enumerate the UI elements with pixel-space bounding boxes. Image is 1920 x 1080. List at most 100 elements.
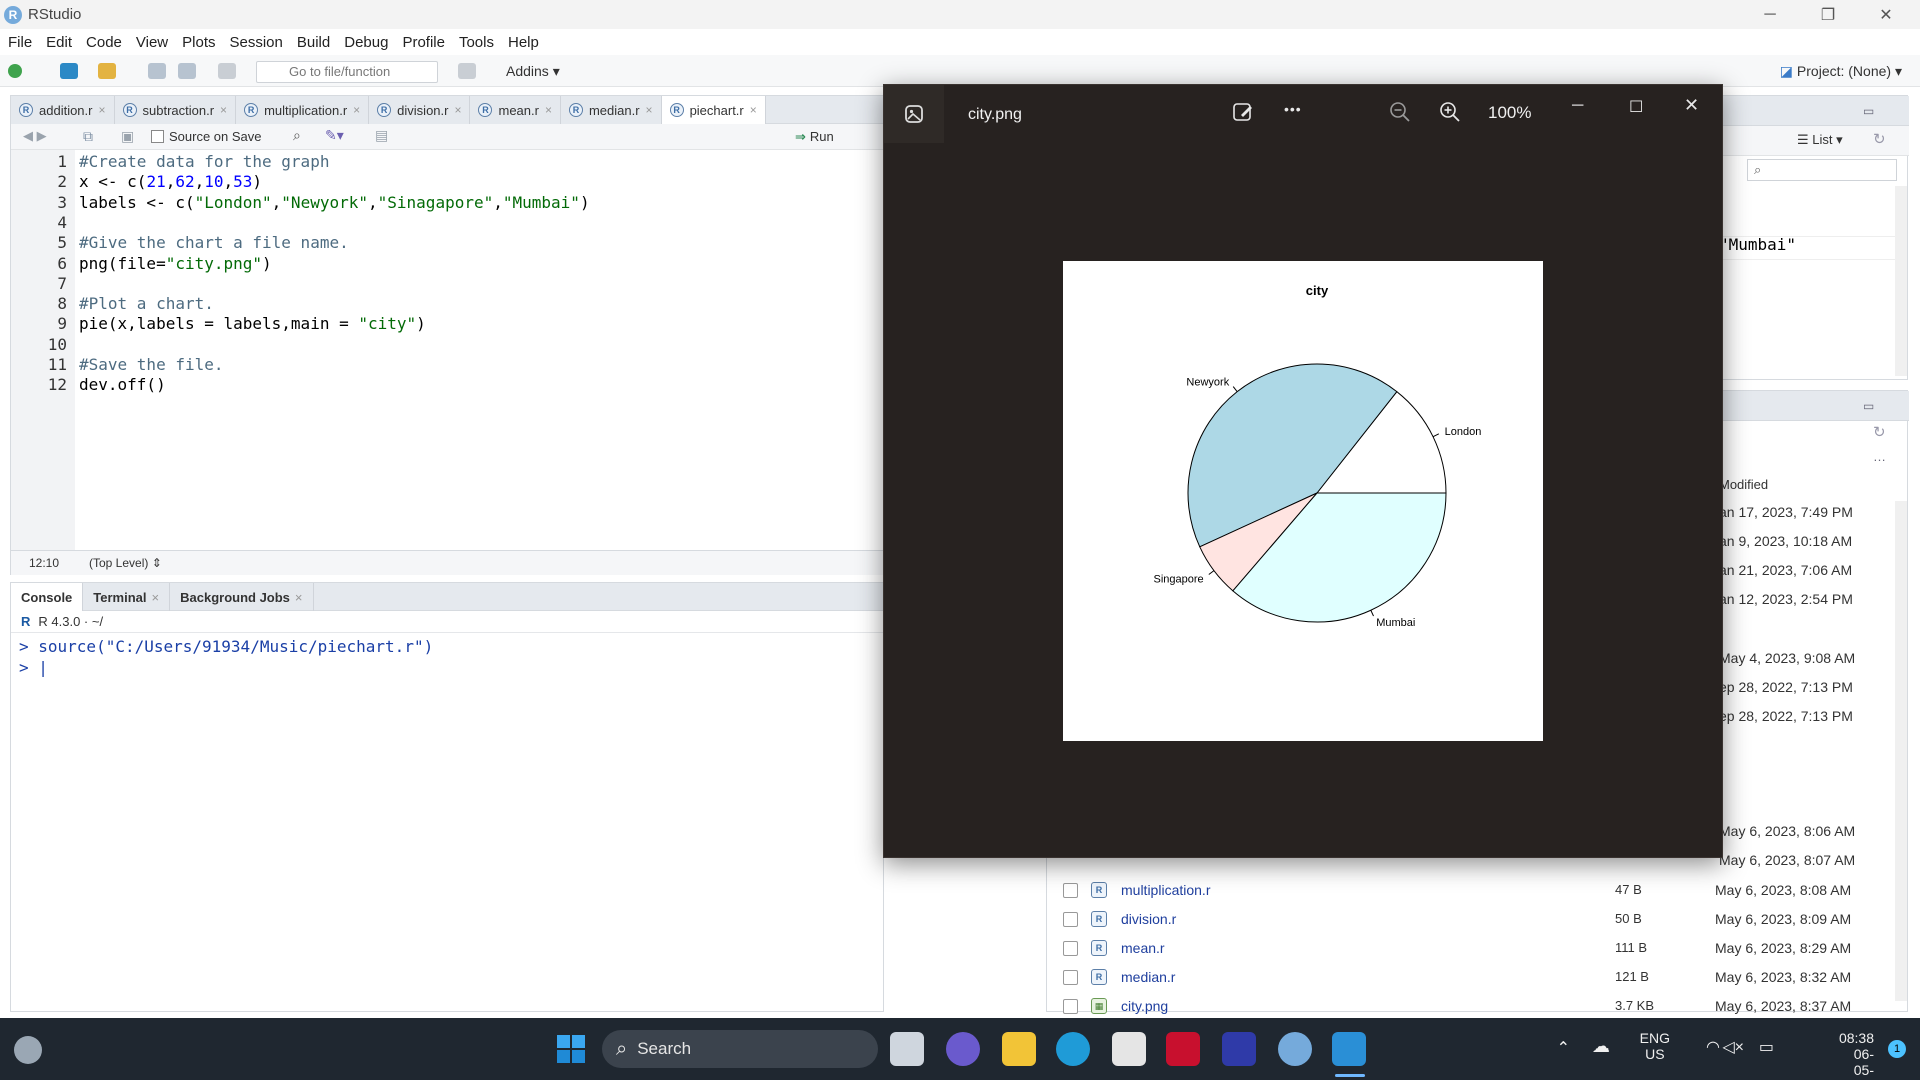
environment-search-input[interactable]: ⌕ — [1747, 159, 1897, 181]
tab-close-icon[interactable]: × — [750, 103, 757, 117]
task-view-icon[interactable] — [890, 1032, 924, 1066]
code-line[interactable]: png(file="city.png") — [79, 254, 272, 273]
file-name-link[interactable]: mean.r — [1121, 940, 1165, 956]
file-explorer-icon[interactable] — [1002, 1032, 1036, 1066]
gallery-icon[interactable] — [884, 85, 944, 143]
environment-scrollbar[interactable] — [1895, 186, 1907, 376]
start-button-icon[interactable] — [556, 1034, 586, 1064]
refresh-icon[interactable]: ↻ — [1873, 130, 1886, 148]
file-select-checkbox[interactable] — [1063, 970, 1078, 985]
code-line[interactable]: #Give the chart a file name. — [79, 233, 349, 252]
speaker-muted-icon[interactable]: ◁× — [1722, 1037, 1744, 1057]
code-line[interactable]: #Save the file. — [79, 355, 224, 374]
console-tab-1[interactable]: Terminal × — [83, 583, 171, 611]
wifi-icon[interactable]: ◠ — [1706, 1037, 1720, 1057]
menu-session[interactable]: Session — [230, 34, 283, 51]
battery-icon[interactable]: ▭ — [1759, 1037, 1774, 1057]
tab-close-icon[interactable]: × — [152, 590, 160, 605]
tab-close-icon[interactable]: × — [454, 103, 461, 117]
file-row[interactable]: Rmultiplication.r 47 B May 6, 2023, 8:08 A… — [1047, 876, 1909, 905]
console-tab-0[interactable]: Console — [11, 583, 84, 611]
microsoft-store-icon[interactable] — [1112, 1032, 1146, 1066]
compile-report-icon[interactable]: ▤ — [375, 127, 388, 144]
file-select-checkbox[interactable] — [1063, 883, 1078, 898]
math-app-icon[interactable] — [1222, 1032, 1256, 1066]
scope-selector[interactable]: (Top Level) ⇕ — [89, 556, 162, 570]
rstudio-taskbar-icon[interactable] — [1278, 1032, 1312, 1066]
taskbar-search-box[interactable]: ⌕ Search — [602, 1030, 878, 1068]
tab-close-icon[interactable]: × — [98, 103, 105, 117]
viewer-maximize-button[interactable]: ☐ — [1629, 97, 1643, 117]
zoom-out-icon[interactable] — [1389, 101, 1411, 128]
tab-close-icon[interactable]: × — [220, 103, 227, 117]
menu-help[interactable]: Help — [508, 34, 539, 51]
minimize-button[interactable]: ─ — [1742, 0, 1798, 29]
modified-column-header[interactable]: Modified — [1719, 477, 1768, 492]
new-project-icon[interactable] — [60, 63, 78, 79]
code-line[interactable]: dev.off() — [79, 375, 166, 394]
editor-tab-6[interactable]: Rpiechart.r × — [661, 96, 766, 124]
editor-tab-3[interactable]: Rdivision.r × — [369, 96, 471, 124]
teams-chat-icon[interactable] — [946, 1032, 980, 1066]
code-line[interactable]: labels <- c("London","Newyork","Sinagapo… — [79, 193, 590, 212]
onedrive-cloud-icon[interactable]: ☁ — [1592, 1036, 1610, 1057]
editor-tab-1[interactable]: Rsubtraction.r × — [114, 96, 237, 124]
menu-profile[interactable]: Profile — [402, 34, 445, 51]
files-refresh-icon[interactable]: ↻ — [1873, 423, 1886, 441]
code-line[interactable]: #Plot a chart. — [79, 294, 214, 313]
tab-close-icon[interactable]: × — [545, 103, 552, 117]
menu-build[interactable]: Build — [297, 34, 330, 51]
goto-file-input[interactable]: Go to file/function — [256, 61, 438, 83]
source-on-save-box[interactable] — [151, 130, 164, 143]
editor-tab-5[interactable]: Rmedian.r × — [560, 96, 662, 124]
tab-close-icon[interactable]: × — [646, 103, 653, 117]
list-view-selector[interactable]: ☰ List ▾ — [1797, 132, 1843, 148]
viewer-close-button[interactable]: ✕ — [1684, 95, 1699, 116]
file-row[interactable]: ▦ city.png 3.7 KB May 6, 2023, 8:37 AM — [1047, 992, 1909, 1021]
search-icon[interactable]: ⌕ — [293, 127, 301, 144]
photos-taskbar-icon[interactable] — [1332, 1032, 1366, 1066]
console-tab-2[interactable]: Background Jobs × — [170, 583, 314, 611]
clock[interactable]: 08:3806-05-2023 — [1839, 1030, 1874, 1080]
editor-tab-4[interactable]: Rmean.r × — [470, 96, 561, 124]
file-select-checkbox[interactable] — [1063, 912, 1078, 927]
save-all-icon[interactable] — [178, 63, 196, 79]
files-more-icon[interactable]: … — [1873, 449, 1886, 464]
files-scrollbar[interactable] — [1895, 501, 1907, 1001]
code-line[interactable]: #Create data for the graph — [79, 152, 329, 171]
file-name-link[interactable]: division.r — [1121, 911, 1176, 927]
restore-button[interactable]: ❐ — [1800, 0, 1856, 29]
file-select-checkbox[interactable] — [1063, 941, 1078, 956]
menu-edit[interactable]: Edit — [46, 34, 72, 51]
language-indicator[interactable]: ENG US — [1640, 1030, 1670, 1062]
notification-badge[interactable]: 1 — [1888, 1040, 1906, 1058]
menu-debug[interactable]: Debug — [344, 34, 388, 51]
viewer-minimize-button[interactable]: ─ — [1572, 97, 1583, 115]
close-button[interactable]: ✕ — [1858, 0, 1914, 29]
file-name-link[interactable]: median.r — [1121, 969, 1175, 985]
file-name-link[interactable]: multiplication.r — [1121, 882, 1210, 898]
editor-save-icon[interactable]: ▣ — [121, 128, 134, 145]
menu-tools[interactable]: Tools — [459, 34, 494, 51]
back-forward-icon[interactable]: ◀ ▶ — [23, 128, 47, 144]
zoom-in-icon[interactable] — [1439, 101, 1461, 128]
save-icon[interactable] — [148, 63, 166, 79]
source-on-save-checkbox[interactable]: Source on Save — [151, 129, 262, 144]
show-in-window-icon[interactable]: ⧉ — [83, 128, 93, 145]
project-menu[interactable]: ◪ Project: (None) ▾ — [1780, 63, 1902, 80]
tab-close-icon[interactable]: × — [295, 590, 303, 605]
edge-browser-icon[interactable] — [1056, 1032, 1090, 1066]
addins-menu[interactable]: Addins ▾ — [506, 63, 560, 80]
mcafee-icon[interactable] — [1166, 1032, 1200, 1066]
code-tools-wand-icon[interactable]: ✎▾ — [325, 127, 344, 144]
open-file-icon[interactable] — [98, 63, 116, 79]
file-row[interactable]: Rdivision.r 50 B May 6, 2023, 8:09 AM — [1047, 905, 1909, 934]
editor-tab-2[interactable]: Rmultiplication.r × — [236, 96, 370, 124]
menu-code[interactable]: Code — [86, 34, 122, 51]
file-row[interactable]: Rmedian.r 121 B May 6, 2023, 8:32 AM — [1047, 963, 1909, 992]
file-select-checkbox[interactable] — [1063, 999, 1078, 1014]
minimize-pane-icon[interactable]: ▭ — [1863, 104, 1874, 118]
zoom-level[interactable]: 100% — [1488, 103, 1531, 123]
tab-close-icon[interactable]: × — [353, 103, 360, 117]
code-line[interactable]: pie(x,labels = labels,main = "city") — [79, 314, 426, 333]
